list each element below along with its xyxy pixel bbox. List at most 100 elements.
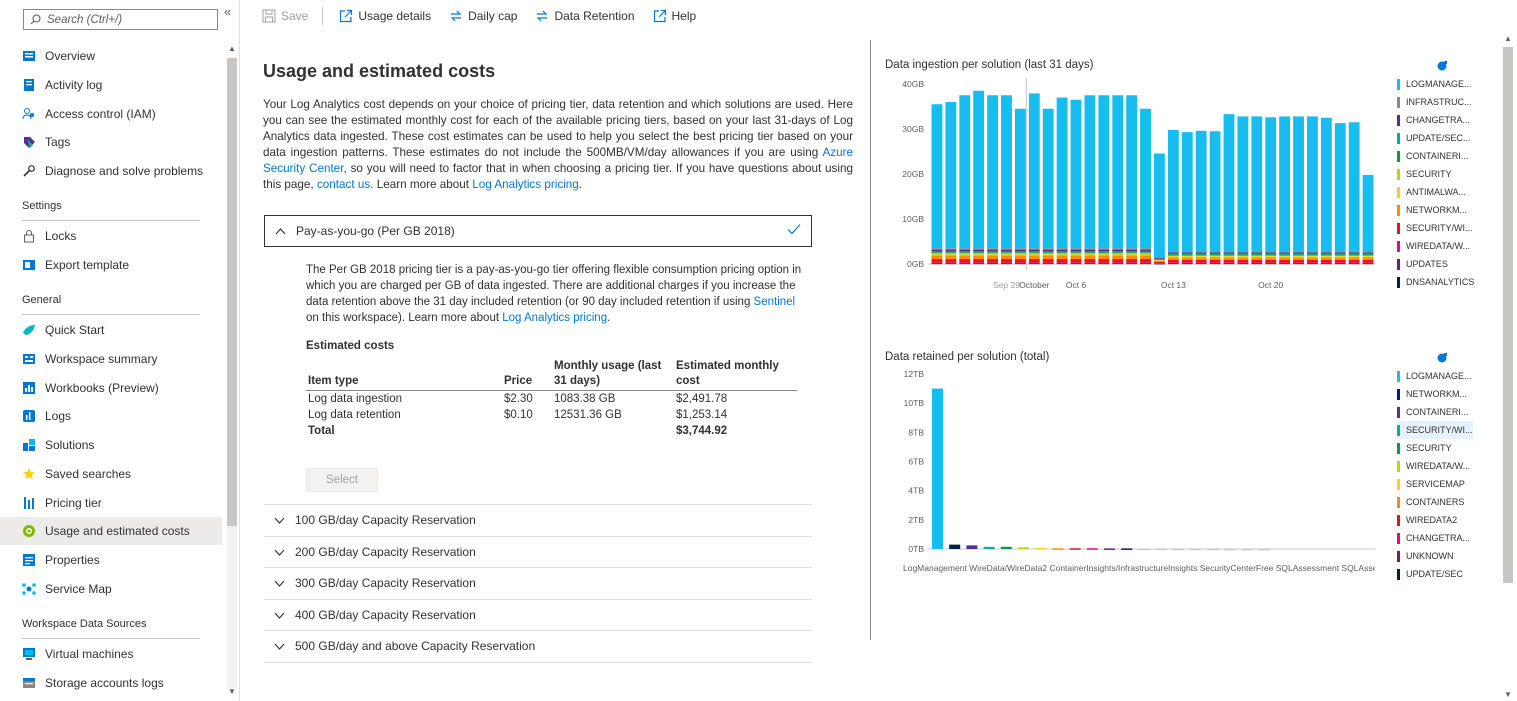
- legend-item[interactable]: UPDATE/SEC: [1397, 565, 1473, 583]
- legend-item[interactable]: ANTIMALWA...: [1397, 183, 1474, 201]
- scrollbar-thumb[interactable]: [227, 58, 237, 526]
- pay-as-you-go-accordion-header[interactable]: Pay-as-you-go (Per GB 2018): [264, 215, 812, 247]
- legend-item[interactable]: LOGMANAGE...: [1397, 367, 1473, 385]
- scroll-down-arrow-icon[interactable]: ▼: [228, 687, 236, 696]
- collapse-menu-button[interactable]: «: [224, 4, 231, 19]
- log-analytics-pricing-link[interactable]: Log Analytics pricing: [472, 178, 579, 191]
- bar: [1190, 548, 1201, 551]
- legend-label: WIREDATA2: [1406, 515, 1458, 525]
- bar-segment: [1223, 256, 1235, 258]
- nav-item-service-map[interactable]: Service Map: [0, 575, 222, 603]
- pin-chart-icon[interactable]: [1436, 352, 1448, 364]
- bar-segment: [1167, 254, 1179, 256]
- bar-segment: [1056, 259, 1068, 263]
- select-button[interactable]: Select: [306, 468, 378, 492]
- bar: [1241, 548, 1253, 551]
- bar-segment: [1140, 254, 1151, 256]
- tier-accordion-header[interactable]: 100 GB/day Capacity Reservation: [264, 504, 812, 535]
- bar-segment: [1098, 251, 1110, 253]
- nav-item-overview[interactable]: Overview: [0, 42, 222, 70]
- scroll-up-arrow-icon[interactable]: ▲: [228, 44, 236, 53]
- nav-item-export-template[interactable]: Export template: [0, 251, 222, 279]
- bar-segment: [1265, 259, 1277, 263]
- bar-segment: [1362, 251, 1374, 253]
- tier-accordion-header[interactable]: 400 GB/day Capacity Reservation: [264, 598, 812, 630]
- nav-item-diagnose-and-solve-problems[interactable]: Diagnose and solve problems: [0, 157, 222, 185]
- legend-item[interactable]: CONTAINERI...: [1397, 147, 1474, 165]
- nav-item-virtual-machines[interactable]: Virtual machines: [0, 640, 222, 668]
- bar-segment: [1126, 255, 1138, 260]
- legend-item[interactable]: UPDATE/SEC...: [1397, 129, 1474, 147]
- bar-segment: [1167, 257, 1179, 260]
- legend-item[interactable]: INFRASTRUC...: [1397, 93, 1474, 111]
- log-analytics-pricing-link[interactable]: Log Analytics pricing: [502, 312, 607, 324]
- description-text: Your Log Analytics cost depends on your …: [263, 98, 853, 159]
- nav-item-workspace-summary[interactable]: Workspace summary: [0, 345, 222, 373]
- legend-item[interactable]: NETWORKM...: [1397, 385, 1473, 403]
- legend-swatch: [1397, 388, 1400, 400]
- nav-item-tags[interactable]: Tags: [0, 128, 222, 156]
- legend-label: LOGMANAGE...: [1406, 79, 1472, 89]
- legend-swatch: [1397, 442, 1400, 454]
- tier-accordion-header[interactable]: 300 GB/day Capacity Reservation: [264, 567, 812, 598]
- scroll-down-arrow-icon[interactable]: ▼: [1504, 690, 1512, 699]
- nav-item-storage-accounts-logs[interactable]: Storage accounts logs: [0, 669, 222, 697]
- bar-segment: [1306, 259, 1318, 263]
- scroll-up-arrow-icon[interactable]: ▲: [1504, 34, 1512, 43]
- bar-segment: [1154, 263, 1165, 264]
- legend-item[interactable]: SECURITY/WI...: [1397, 219, 1474, 237]
- data-retention-button[interactable]: Data Retention: [535, 9, 635, 23]
- legend-item[interactable]: UPDATES: [1397, 255, 1474, 273]
- nav-item-activity-log[interactable]: Activity log: [0, 71, 222, 99]
- legend-item[interactable]: UNKNOWN: [1397, 547, 1473, 565]
- tier-accordion-header[interactable]: 200 GB/day Capacity Reservation: [264, 535, 812, 567]
- legend-item[interactable]: CHANGETRA...: [1397, 529, 1473, 547]
- nav-item-logs[interactable]: Logs: [0, 402, 222, 430]
- tier-accordion-header[interactable]: 500 GB/day and above Capacity Reservatio…: [264, 630, 812, 661]
- tier-accordion-label: 200 GB/day Capacity Reservation: [295, 544, 476, 559]
- nav-item-workbooks-preview[interactable]: Workbooks (Preview): [0, 374, 222, 402]
- nav-item-pricing-tier[interactable]: Pricing tier: [0, 489, 222, 517]
- help-button[interactable]: Help: [653, 9, 696, 23]
- main-scrollbar[interactable]: ▲ ▼: [1501, 31, 1515, 701]
- legend-item[interactable]: SECURITY: [1397, 439, 1473, 457]
- x-tick-label: October: [1019, 280, 1049, 290]
- price-cell: $0.10: [504, 409, 533, 421]
- nav-item-solutions[interactable]: Solutions: [0, 431, 222, 459]
- legend-item[interactable]: WIREDATA/W...: [1397, 237, 1474, 255]
- nav-item-access-control-iam[interactable]: Access control (IAM): [0, 100, 222, 128]
- legend-item[interactable]: DNSANALYTICS: [1397, 273, 1474, 291]
- scrollbar-thumb[interactable]: [1503, 47, 1513, 583]
- legend-item[interactable]: SECURITY: [1397, 165, 1474, 183]
- pin-chart-icon[interactable]: [1436, 60, 1448, 72]
- daily-cap-button[interactable]: Daily cap: [449, 9, 517, 23]
- bar-segment: [1167, 256, 1179, 258]
- legend-item[interactable]: NETWORKM...: [1397, 201, 1474, 219]
- bar-segment: [1279, 252, 1291, 254]
- nav-item-saved-searches[interactable]: Saved searches: [0, 460, 222, 488]
- nav-item-usage-and-estimated-costs[interactable]: Usage and estimated costs: [0, 517, 222, 546]
- bar-segment: [1014, 252, 1026, 254]
- legend-item[interactable]: CONTAINERS: [1397, 493, 1473, 511]
- contact-us-link[interactable]: contact us: [317, 178, 370, 191]
- bar: [1172, 548, 1184, 551]
- legend-item[interactable]: SECURITY/WI...: [1397, 421, 1473, 439]
- save-button[interactable]: Save: [262, 9, 308, 23]
- sentinel-link[interactable]: Sentinel: [754, 296, 796, 308]
- usage-details-button[interactable]: Usage details: [339, 9, 431, 23]
- nav-item-properties[interactable]: Properties: [0, 546, 222, 574]
- legend-swatch: [1397, 406, 1400, 418]
- legend-item[interactable]: WIREDATA/W...: [1397, 457, 1473, 475]
- legend-item[interactable]: SERVICEMAP: [1397, 475, 1473, 493]
- nav-item-quick-start[interactable]: Quick Start: [0, 316, 222, 344]
- nav-item-locks[interactable]: Locks: [0, 222, 222, 250]
- legend-item[interactable]: LOGMANAGE...: [1397, 75, 1474, 93]
- legend-item[interactable]: CONTAINERI...: [1397, 403, 1473, 421]
- nav-item-label: Activity log: [45, 77, 103, 92]
- bar-segment: [1112, 251, 1124, 253]
- legend-item[interactable]: CHANGETRA...: [1397, 111, 1474, 129]
- menu-scrollbar[interactable]: ▲ ▼: [227, 44, 237, 701]
- bar-segment: [987, 252, 999, 254]
- legend-item[interactable]: WIREDATA2: [1397, 511, 1473, 529]
- search-input[interactable]: Search (Ctrl+/): [23, 9, 218, 30]
